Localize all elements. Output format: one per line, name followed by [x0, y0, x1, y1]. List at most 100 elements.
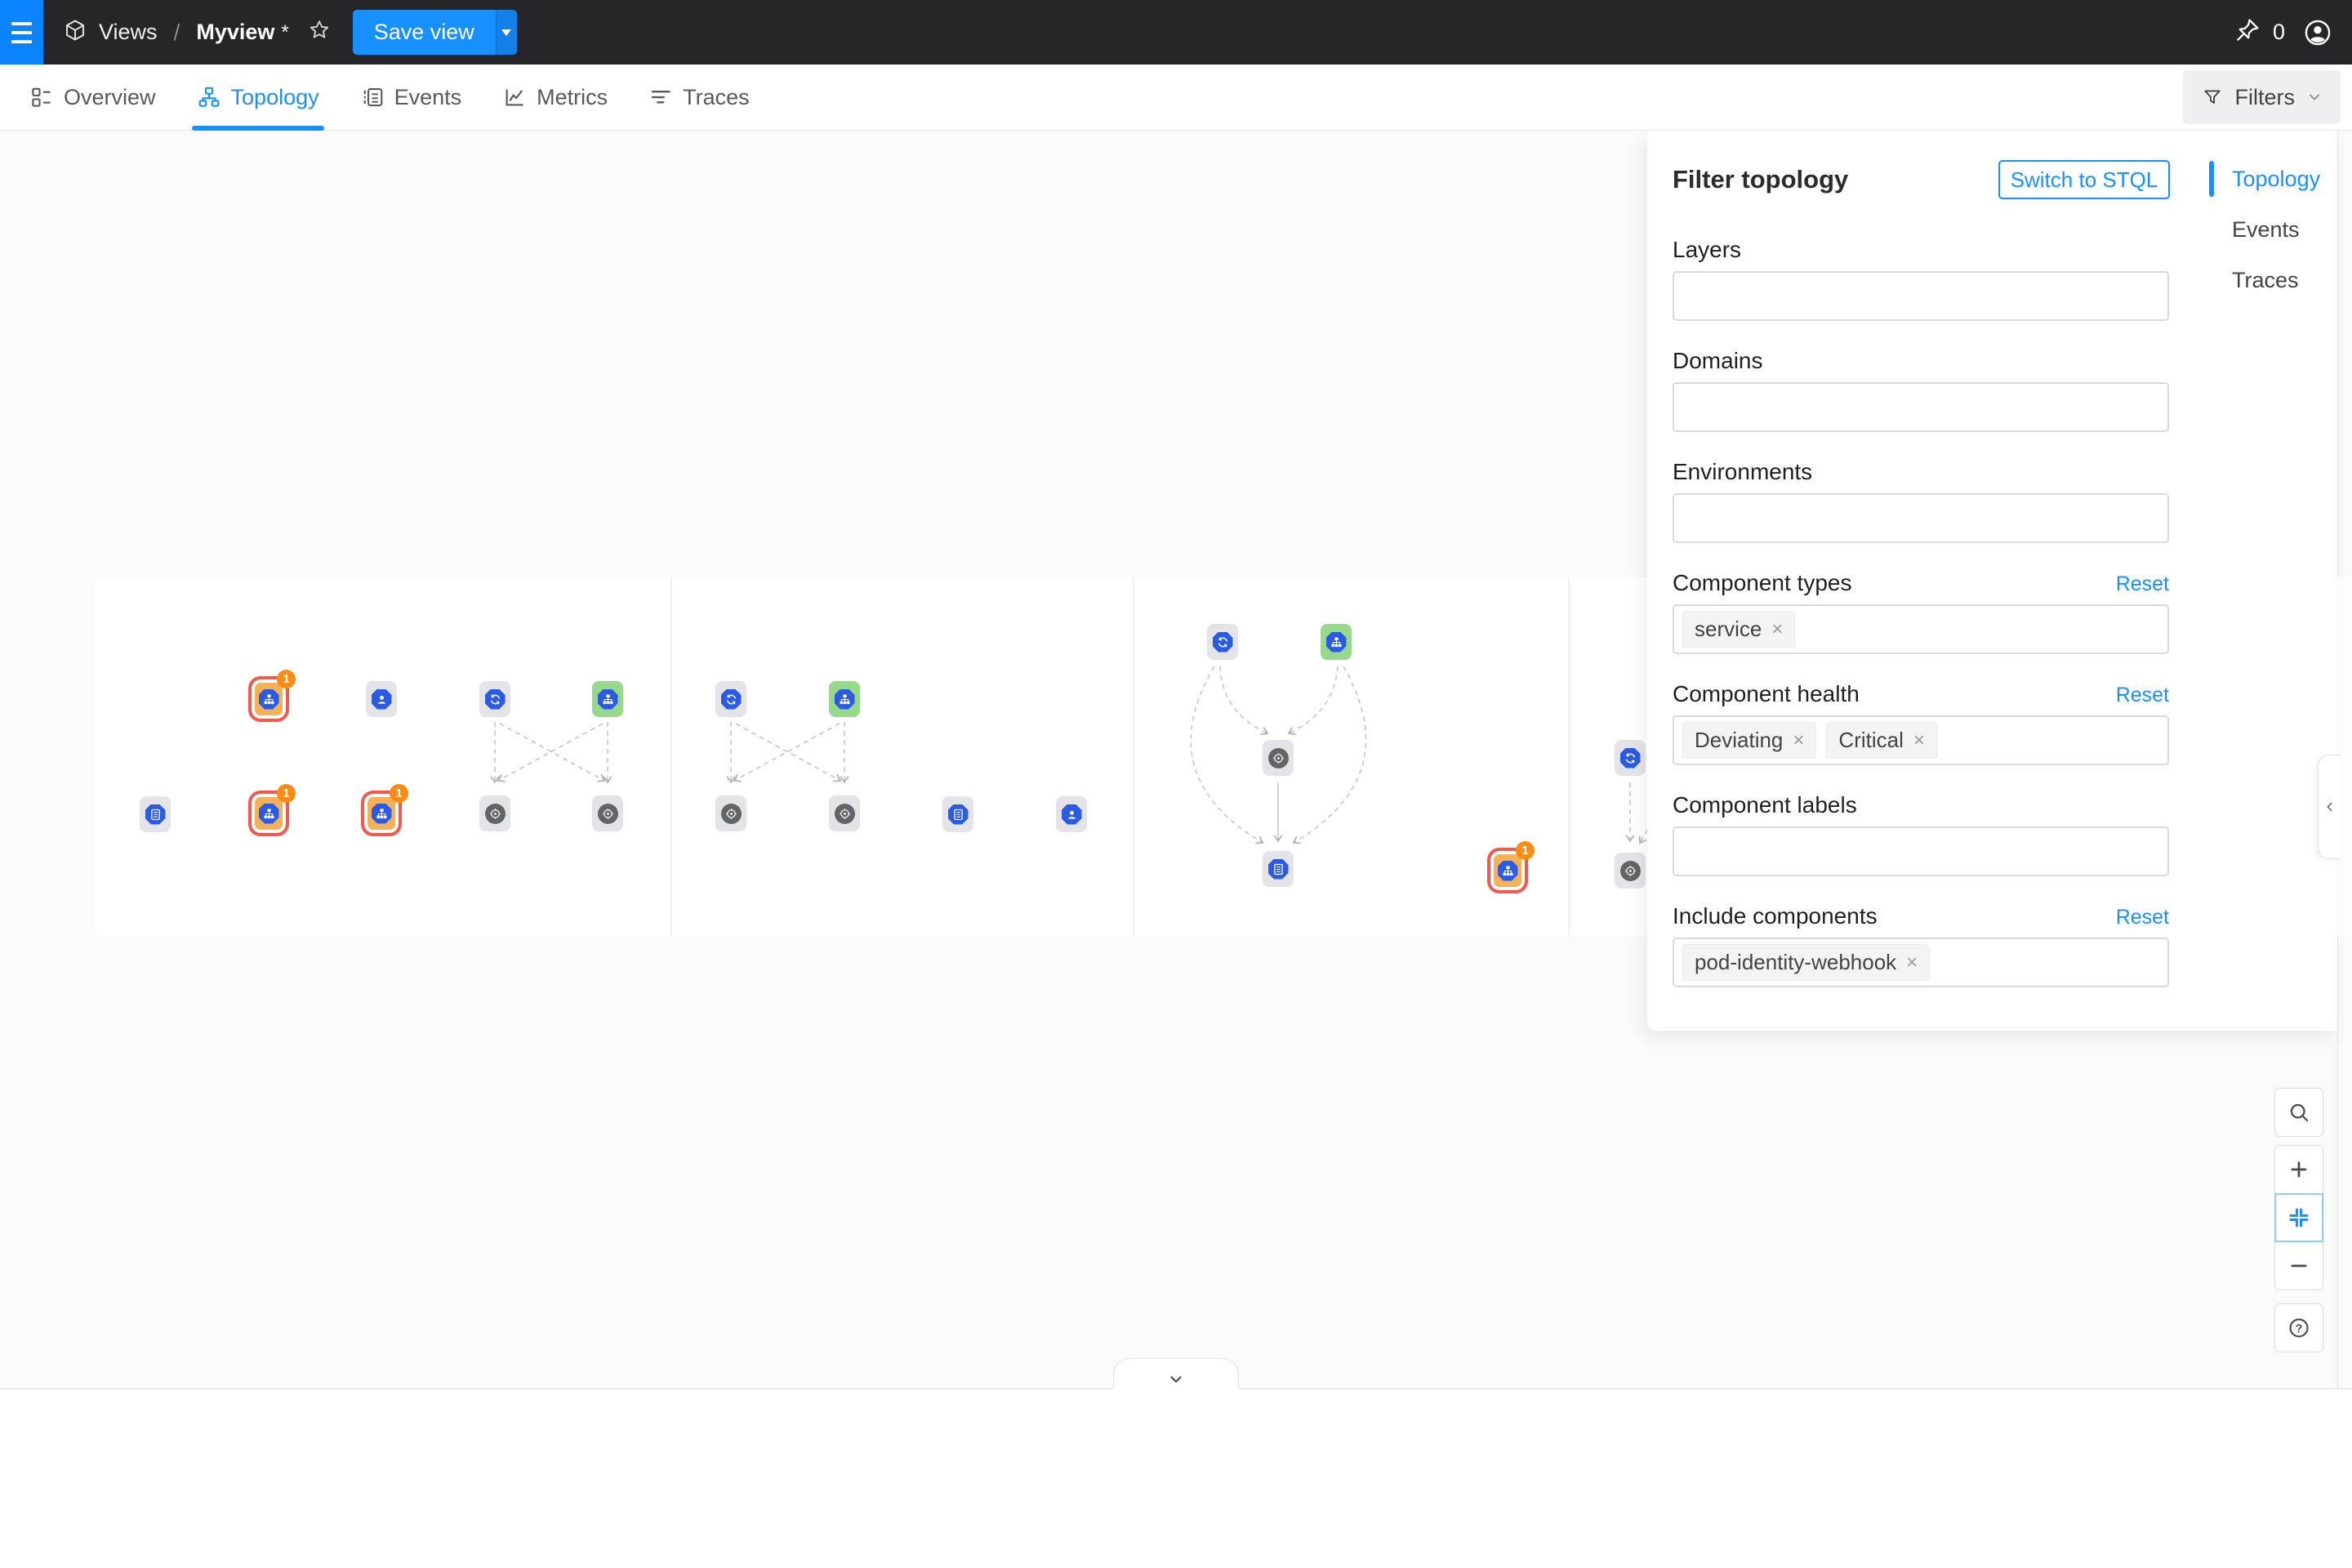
- tab-traces[interactable]: Traces: [647, 65, 751, 131]
- person-icon: [372, 689, 392, 710]
- overview-icon: [29, 85, 54, 109]
- alert-count-badge: 1: [1516, 841, 1535, 860]
- panel-side-nav: Topology Events Traces: [2209, 161, 2337, 298]
- topology-node-sync-gray[interactable]: [1615, 740, 1646, 776]
- fit-to-screen-button[interactable]: [2274, 1193, 2323, 1242]
- canvas-column-divider: [1568, 577, 1570, 937]
- topology-node-list-gray[interactable]: [942, 796, 973, 832]
- topology-node-helm-gray[interactable]: [479, 795, 510, 831]
- breadcrumb-views-link[interactable]: Views: [99, 20, 158, 45]
- save-view-label[interactable]: Save view: [353, 10, 496, 55]
- sitemap-icon: [1326, 632, 1347, 653]
- topology-node-sitemap-warning[interactable]: 1: [368, 797, 395, 830]
- topology-node-sync-gray[interactable]: [715, 681, 746, 717]
- topology-node-helm-gray[interactable]: [1615, 853, 1646, 889]
- tab-bar: Overview Topology Events Metrics Traces Filt…: [0, 65, 2352, 131]
- breadcrumb-view-name[interactable]: Myview: [196, 20, 274, 45]
- reset-link[interactable]: Reset: [2116, 572, 2169, 596]
- alert-count-badge: 1: [277, 784, 296, 803]
- helm-icon: [1268, 748, 1289, 768]
- alert-count-badge: 1: [277, 670, 296, 688]
- person-icon: [1062, 804, 1082, 825]
- topology-node-sitemap-warning[interactable]: 1: [1494, 854, 1521, 887]
- chip-remove-icon[interactable]: ×: [1771, 618, 1783, 641]
- panel-nav-traces[interactable]: Traces: [2209, 262, 2337, 298]
- environments-input[interactable]: [1673, 493, 2169, 543]
- helm-icon: [485, 804, 506, 824]
- switch-to-stql-button[interactable]: Switch to STQL: [1998, 160, 2170, 199]
- sitemap-icon: [598, 689, 618, 710]
- component-health-input[interactable]: Deviating×Critical×: [1673, 715, 2169, 765]
- avatar[interactable]: [2303, 18, 2332, 47]
- chip-label: service: [1695, 617, 1762, 642]
- tab-events[interactable]: Events: [359, 65, 464, 131]
- star-icon[interactable]: [307, 18, 332, 47]
- section-label: Include components: [1673, 903, 1878, 929]
- layers-input[interactable]: [1673, 271, 2169, 321]
- topology-node-person-gray[interactable]: [1056, 796, 1087, 832]
- sitemap-icon: [259, 804, 279, 824]
- topology-node-sitemap-green[interactable]: [1321, 624, 1352, 660]
- save-view-button[interactable]: Save view: [353, 10, 517, 55]
- topbar-right-group: 0: [2234, 16, 2332, 48]
- chevron-down-icon: [1167, 1370, 1185, 1388]
- topology-node-helm-gray[interactable]: [1263, 740, 1294, 776]
- help-button[interactable]: [2274, 1303, 2323, 1352]
- top-bar: Views / Myview * Save view 0: [0, 0, 2352, 65]
- sync-icon: [485, 689, 506, 710]
- hamburger-menu-button[interactable]: [0, 0, 43, 65]
- tab-topology[interactable]: Topology: [195, 65, 321, 131]
- include-components-input[interactable]: pod-identity-webhook ×: [1673, 938, 2169, 987]
- topology-node-list-gray[interactable]: [140, 796, 171, 832]
- filter-chip: pod-identity-webhook ×: [1682, 944, 1930, 981]
- chip-remove-icon[interactable]: ×: [1793, 729, 1804, 752]
- topology-node-sitemap-green[interactable]: [592, 681, 623, 717]
- panel-nav-topology[interactable]: Topology: [2209, 161, 2337, 197]
- helm-icon: [1620, 861, 1641, 881]
- zoom-in-button[interactable]: [2274, 1145, 2323, 1194]
- domains-input[interactable]: [1673, 382, 2169, 432]
- reset-link[interactable]: Reset: [2116, 684, 2169, 707]
- filter-section-layers: Layers: [1673, 237, 2169, 321]
- chevron-left-icon: [2323, 800, 2336, 813]
- tab-overview[interactable]: Overview: [28, 65, 158, 131]
- pin-icon[interactable]: [2234, 16, 2261, 48]
- chip-label: Deviating: [1695, 728, 1783, 753]
- component-types-input[interactable]: service ×: [1673, 604, 2169, 654]
- topology-node-helm-gray[interactable]: [592, 795, 623, 831]
- unsaved-indicator: *: [281, 21, 288, 44]
- chevron-down-icon: [2306, 89, 2323, 105]
- funnel-icon: [2201, 86, 2224, 109]
- topology-icon: [197, 85, 221, 109]
- topology-node-sitemap-warning[interactable]: 1: [255, 797, 283, 830]
- panel-collapse-handle[interactable]: [2318, 755, 2341, 859]
- metrics-icon: [502, 85, 527, 109]
- search-button[interactable]: [2274, 1088, 2323, 1137]
- topology-node-sitemap-warning[interactable]: 1: [255, 683, 283, 715]
- sitemap-icon: [1498, 861, 1518, 881]
- topology-node-person-gray[interactable]: [366, 681, 397, 717]
- zoom-out-button[interactable]: [2274, 1241, 2323, 1290]
- chip-label: pod-identity-webhook: [1695, 950, 1896, 975]
- chip-remove-icon[interactable]: ×: [1913, 729, 1925, 752]
- topology-node-sitemap-green[interactable]: [829, 681, 860, 717]
- reset-link[interactable]: Reset: [2116, 906, 2169, 929]
- filter-chip: service ×: [1682, 611, 1795, 648]
- component-labels-input[interactable]: [1673, 826, 2169, 876]
- chip-remove-icon[interactable]: ×: [1906, 951, 1918, 974]
- topology-node-list-gray[interactable]: [1263, 851, 1294, 887]
- topology-node-sync-gray[interactable]: [1207, 624, 1238, 660]
- section-label: Component types: [1673, 570, 1851, 596]
- topology-node-sync-gray[interactable]: [479, 681, 510, 717]
- sync-icon: [721, 689, 742, 710]
- topology-node-helm-gray[interactable]: [829, 795, 860, 831]
- tab-label: Events: [394, 85, 462, 110]
- panel-nav-events[interactable]: Events: [2209, 212, 2337, 247]
- save-view-dropdown-arrow[interactable]: [496, 10, 517, 55]
- section-label: Layers: [1673, 237, 1741, 263]
- topology-node-helm-gray[interactable]: [715, 795, 746, 831]
- timeline-collapse-tab[interactable]: [1113, 1358, 1239, 1390]
- filter-section-include-components: Include components Reset pod-identity-webh…: [1673, 903, 2169, 987]
- tab-metrics[interactable]: Metrics: [501, 65, 609, 131]
- filters-button[interactable]: Filters: [2183, 70, 2341, 124]
